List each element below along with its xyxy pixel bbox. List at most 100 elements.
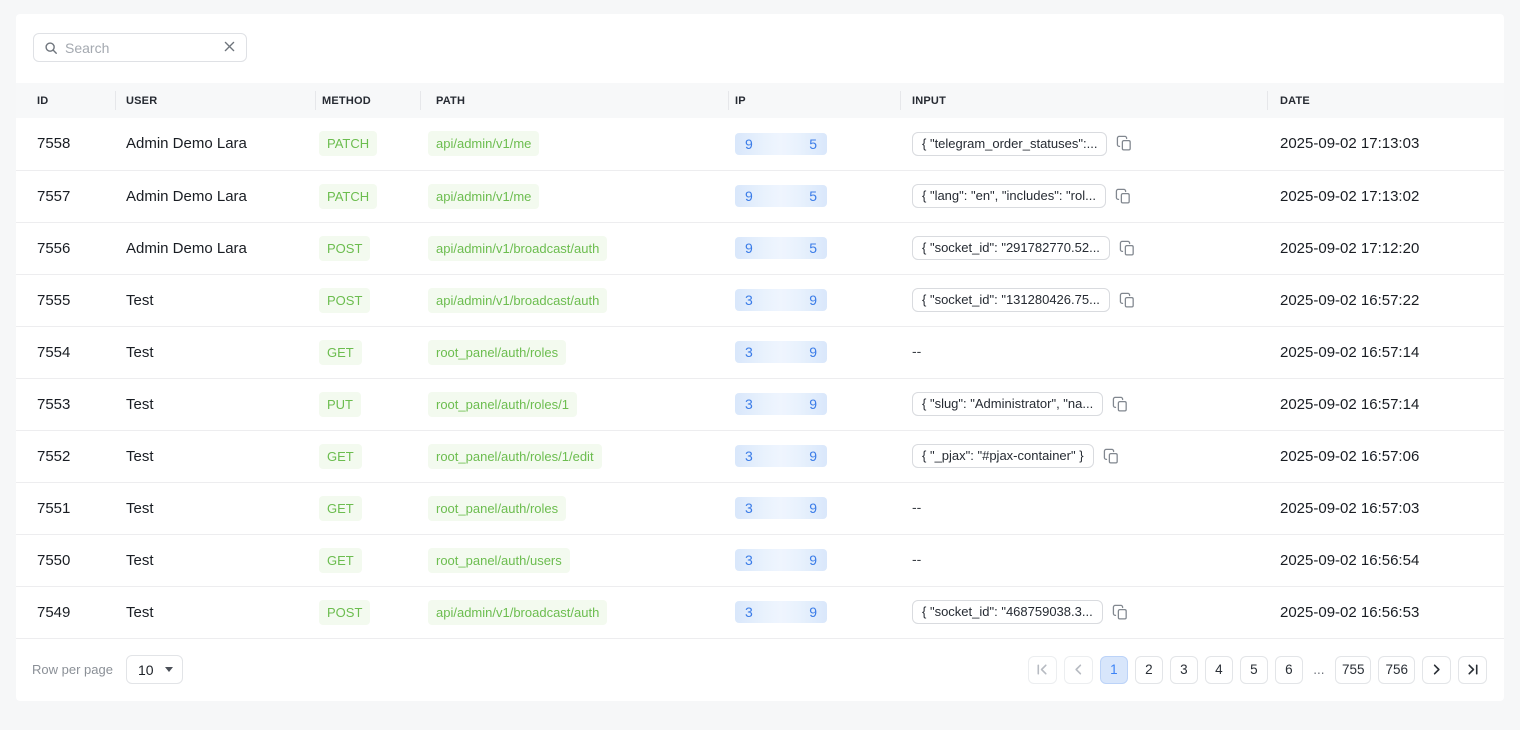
rows-per-page-label: Row per page bbox=[32, 662, 113, 677]
ip-badge: 3 9 bbox=[735, 341, 827, 363]
copy-icon[interactable] bbox=[1116, 135, 1133, 152]
ip-left-digit: 3 bbox=[745, 292, 753, 308]
column-header-id: ID bbox=[16, 83, 115, 118]
table-row: 7550 Test GET root_panel/auth/users 3 9 bbox=[16, 534, 1504, 586]
search-box[interactable] bbox=[33, 33, 247, 62]
method-badge: GET bbox=[319, 548, 362, 573]
row-user: Test bbox=[126, 396, 154, 413]
row-id: 7557 bbox=[37, 188, 70, 205]
method-badge: GET bbox=[319, 444, 362, 469]
method-badge: PATCH bbox=[319, 131, 377, 156]
copy-icon[interactable] bbox=[1119, 292, 1136, 309]
input-json-wrap: { "slug": "Administrator", "na... bbox=[912, 392, 1129, 416]
copy-icon[interactable] bbox=[1119, 240, 1136, 257]
page-button-2[interactable]: 2 bbox=[1135, 656, 1163, 684]
table-row: 7549 Test POST api/admin/v1/broadcast/au… bbox=[16, 586, 1504, 638]
input-empty: -- bbox=[912, 551, 921, 567]
row-id: 7554 bbox=[37, 344, 70, 361]
method-badge: PATCH bbox=[319, 184, 377, 209]
search-input[interactable] bbox=[65, 40, 222, 56]
ip-badge: 3 9 bbox=[735, 497, 827, 519]
ip-left-digit: 3 bbox=[745, 396, 753, 412]
ip-left-digit: 9 bbox=[745, 136, 753, 152]
method-badge: POST bbox=[319, 288, 370, 313]
copy-icon[interactable] bbox=[1112, 604, 1129, 621]
ip-badge: 9 5 bbox=[735, 133, 827, 155]
page-button-3[interactable]: 3 bbox=[1170, 656, 1198, 684]
path-badge: api/admin/v1/broadcast/auth bbox=[428, 236, 607, 261]
path-badge: root_panel/auth/users bbox=[428, 548, 570, 573]
input-json-box[interactable]: { "socket_id": "131280426.75... bbox=[912, 288, 1110, 312]
table-row: 7558 Admin Demo Lara PATCH api/admin/v1/… bbox=[16, 118, 1504, 170]
pagination: 123456...755756 bbox=[1021, 656, 1487, 684]
ip-left-digit: 9 bbox=[745, 240, 753, 256]
page-button-1[interactable]: 1 bbox=[1100, 656, 1128, 684]
row-user: Test bbox=[126, 292, 154, 309]
row-date: 2025-09-02 16:56:54 bbox=[1280, 552, 1419, 569]
ip-badge: 3 9 bbox=[735, 601, 827, 623]
input-empty: -- bbox=[912, 499, 921, 515]
input-json-box[interactable]: { "telegram_order_statuses":... bbox=[912, 132, 1107, 156]
row-id: 7558 bbox=[37, 135, 70, 152]
ip-right-digit: 9 bbox=[809, 448, 817, 464]
input-empty: -- bbox=[912, 343, 921, 359]
page-button-6[interactable]: 6 bbox=[1275, 656, 1303, 684]
table-row: 7553 Test PUT root_panel/auth/roles/1 3 … bbox=[16, 378, 1504, 430]
rows-per-page: Row per page 10 bbox=[32, 655, 183, 684]
ip-right-digit: 9 bbox=[809, 604, 817, 620]
path-badge: root_panel/auth/roles/1/edit bbox=[428, 444, 602, 469]
row-date: 2025-09-02 17:13:03 bbox=[1280, 135, 1419, 152]
row-id: 7552 bbox=[37, 448, 70, 465]
input-json-wrap: { "socket_id": "291782770.52... bbox=[912, 236, 1136, 260]
input-json-wrap: { "socket_id": "131280426.75... bbox=[912, 288, 1136, 312]
page-button-756[interactable]: 756 bbox=[1378, 656, 1415, 684]
ip-badge: 3 9 bbox=[735, 549, 827, 571]
row-user: Test bbox=[126, 552, 154, 569]
ip-badge: 9 5 bbox=[735, 185, 827, 207]
page-button-5[interactable]: 5 bbox=[1240, 656, 1268, 684]
row-id: 7556 bbox=[37, 240, 70, 257]
clear-search-icon[interactable] bbox=[222, 39, 237, 56]
page-button-755[interactable]: 755 bbox=[1335, 656, 1372, 684]
row-date: 2025-09-02 16:57:14 bbox=[1280, 344, 1419, 361]
copy-icon[interactable] bbox=[1115, 188, 1132, 205]
ip-right-digit: 5 bbox=[809, 136, 817, 152]
copy-icon[interactable] bbox=[1103, 448, 1120, 465]
rows-per-page-select[interactable]: 10 bbox=[126, 655, 183, 684]
next-page-button[interactable] bbox=[1422, 656, 1451, 684]
row-user: Admin Demo Lara bbox=[126, 135, 247, 152]
logs-table: ID USER METHOD PATH IP INPUT DATE 7558 A… bbox=[16, 83, 1504, 639]
ip-badge: 3 9 bbox=[735, 393, 827, 415]
input-json-box[interactable]: { "lang": "en", "includes": "rol... bbox=[912, 184, 1106, 208]
input-json-wrap: { "lang": "en", "includes": "rol... bbox=[912, 184, 1132, 208]
chevron-down-icon bbox=[165, 667, 173, 672]
path-badge: api/admin/v1/broadcast/auth bbox=[428, 600, 607, 625]
page-button-4[interactable]: 4 bbox=[1205, 656, 1233, 684]
copy-icon[interactable] bbox=[1112, 396, 1129, 413]
ip-badge: 3 9 bbox=[735, 445, 827, 467]
row-id: 7549 bbox=[37, 604, 70, 621]
input-json-box[interactable]: { "slug": "Administrator", "na... bbox=[912, 392, 1103, 416]
table-row: 7557 Admin Demo Lara PATCH api/admin/v1/… bbox=[16, 170, 1504, 222]
input-json-box[interactable]: { "socket_id": "468759038.3... bbox=[912, 600, 1103, 624]
row-date: 2025-09-02 16:56:53 bbox=[1280, 604, 1419, 621]
method-badge: GET bbox=[319, 340, 362, 365]
row-date: 2025-09-02 16:57:14 bbox=[1280, 396, 1419, 413]
row-user: Test bbox=[126, 500, 154, 517]
table-row: 7555 Test POST api/admin/v1/broadcast/au… bbox=[16, 274, 1504, 326]
input-json-box[interactable]: { "socket_id": "291782770.52... bbox=[912, 236, 1110, 260]
ip-left-digit: 9 bbox=[745, 188, 753, 204]
input-json-box[interactable]: { "_pjax": "#pjax-container" } bbox=[912, 444, 1094, 468]
input-json-wrap: { "socket_id": "468759038.3... bbox=[912, 600, 1129, 624]
row-id: 7555 bbox=[37, 292, 70, 309]
ip-right-digit: 5 bbox=[809, 188, 817, 204]
ip-badge: 3 9 bbox=[735, 289, 827, 311]
ip-left-digit: 3 bbox=[745, 344, 753, 360]
prev-page-button[interactable] bbox=[1064, 656, 1093, 684]
ip-right-digit: 5 bbox=[809, 240, 817, 256]
first-page-button[interactable] bbox=[1028, 656, 1057, 684]
column-header-input: INPUT bbox=[900, 83, 1267, 118]
row-date: 2025-09-02 17:12:20 bbox=[1280, 240, 1419, 257]
path-badge: api/admin/v1/me bbox=[428, 131, 539, 156]
last-page-button[interactable] bbox=[1458, 656, 1487, 684]
